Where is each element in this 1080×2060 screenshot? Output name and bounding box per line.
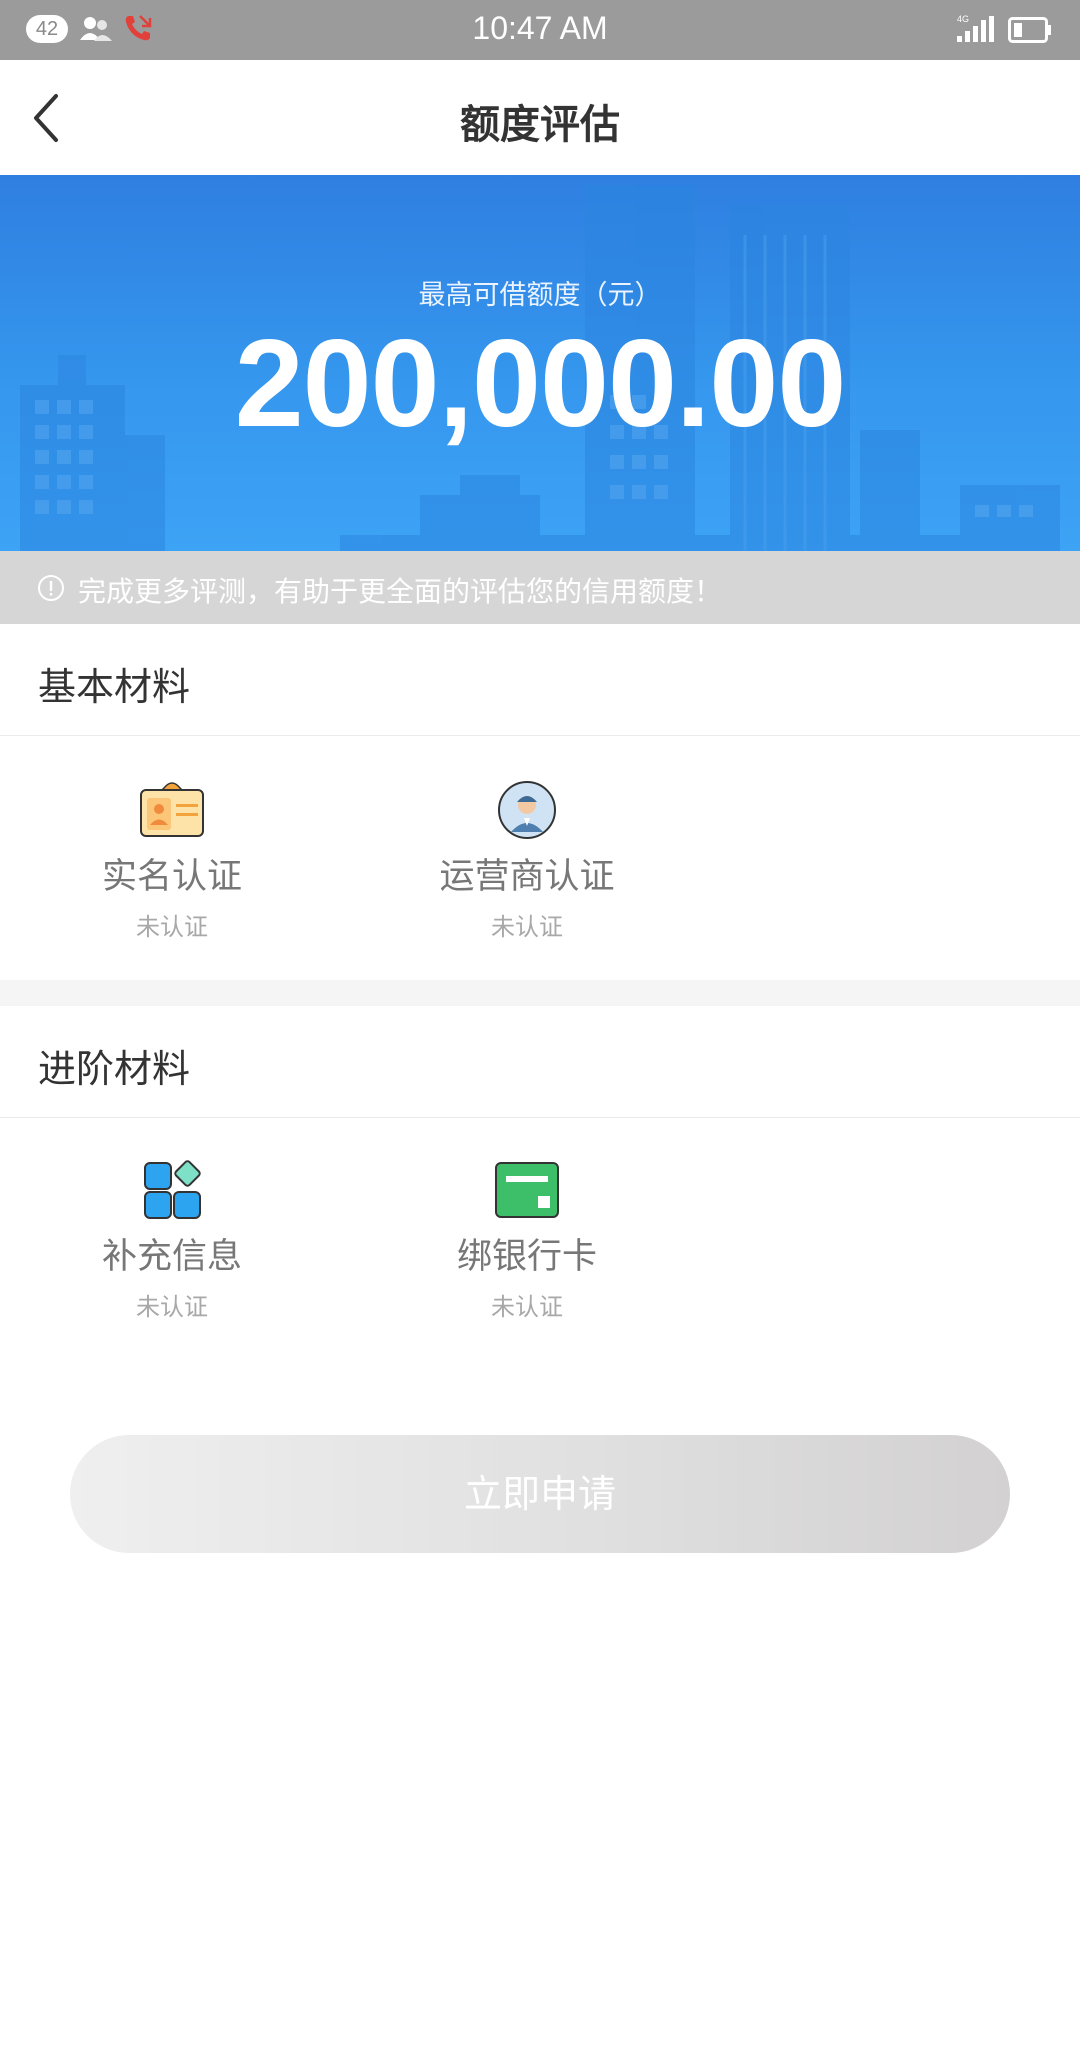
status-bar: 42 10:47 AM 4G (0, 0, 1080, 60)
nav-bar: 额度评估 (0, 60, 1080, 175)
apps-grid-icon (52, 1160, 292, 1224)
operator-verification-item[interactable]: 运营商认证 未认证 (407, 780, 647, 942)
credit-limit-amount: 200,000.00 (234, 315, 847, 453)
network-type-label: 4G (957, 14, 969, 24)
section-title: 进阶材料 (38, 1047, 191, 1091)
id-card-icon (52, 780, 292, 844)
supplementary-info-item[interactable]: 补充信息 未认证 (52, 1160, 292, 1322)
battery-icon (1008, 16, 1052, 48)
section-title: 基本材料 (38, 665, 191, 709)
page-title: 额度评估 (460, 102, 620, 148)
signal-icon: 4G (955, 14, 995, 48)
item-status: 未认证 (136, 1293, 208, 1321)
section-divider (0, 980, 1080, 1006)
item-status: 未认证 (491, 1293, 563, 1321)
real-name-verification-item[interactable]: 实名认证 未认证 (52, 780, 292, 942)
item-status: 未认证 (136, 913, 208, 941)
item-label: 运营商认证 (439, 857, 615, 897)
status-time: 10:47 AM (472, 10, 608, 46)
credit-limit-banner: 最高可借额度（元） 200,000.00 (0, 175, 1080, 551)
notice-bar: 完成更多评测，有助于更全面的评估您的信用额度！ (0, 551, 1080, 624)
info-circle-icon (36, 573, 66, 607)
section-advanced-header: 进阶材料 (0, 1006, 1080, 1118)
notice-text: 完成更多评测，有助于更全面的评估您的信用额度！ (78, 575, 723, 608)
operator-avatar-icon (407, 780, 647, 844)
credit-limit-label: 最高可借额度（元） (418, 280, 662, 311)
item-status: 未认证 (491, 913, 563, 941)
item-label: 绑银行卡 (456, 1237, 597, 1277)
section-basic-header: 基本材料 (0, 624, 1080, 736)
item-label: 补充信息 (101, 1237, 242, 1277)
bank-card-icon (407, 1160, 647, 1224)
bind-bank-card-item[interactable]: 绑银行卡 未认证 (407, 1160, 647, 1322)
item-label: 实名认证 (101, 857, 242, 897)
apply-now-button[interactable]: 立即申请 (70, 1435, 1010, 1553)
